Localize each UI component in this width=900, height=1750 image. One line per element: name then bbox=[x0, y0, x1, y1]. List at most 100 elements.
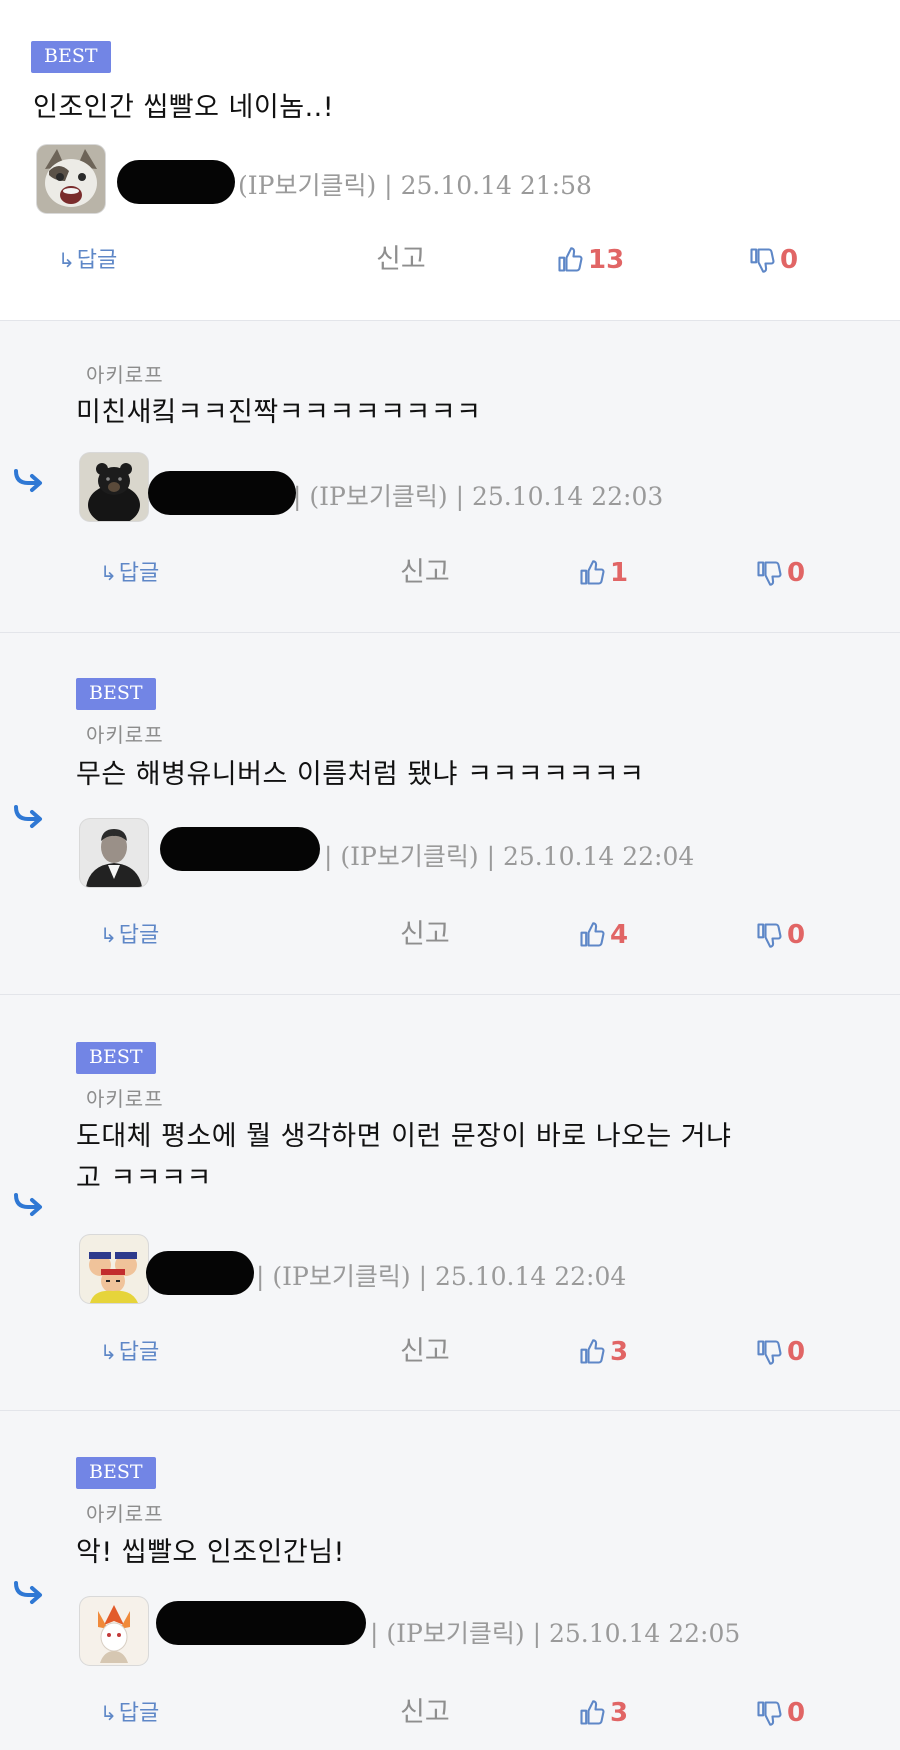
like-button[interactable]: 13 bbox=[556, 238, 624, 282]
meta-separator: | bbox=[370, 1619, 379, 1648]
comment-actions: ↳답글 신고 4 0 bbox=[0, 913, 900, 957]
reply-hook-icon: ↳ bbox=[100, 561, 117, 585]
man-portrait-avatar-icon[interactable] bbox=[80, 819, 148, 887]
meta-separator: | bbox=[486, 842, 495, 871]
comment-text: 도대체 평소에 뭘 생각하면 이런 문장이 바로 나오는 거냐 고 ㅋㅋㅋㅋ bbox=[76, 1116, 731, 1200]
meta-separator: | bbox=[256, 1262, 265, 1291]
report-button[interactable]: 신고 bbox=[400, 1330, 450, 1374]
comment-item: BEST 인조인간 씹빨오 네이놈..! (IP보기클릭) | 25.10.14… bbox=[0, 0, 900, 320]
comment-meta: | (IP보기클릭) | 25.10.14 22:04 bbox=[324, 837, 694, 873]
reply-item: BEST 아키로프 악! 씹빨오 인조인간님! | (IP보기클릭) | 25.… bbox=[0, 1410, 900, 1750]
comment-meta: | (IP보기클릭) | 25.10.14 22:04 bbox=[256, 1257, 626, 1293]
report-button[interactable]: 신고 bbox=[400, 1691, 450, 1735]
reply-item: BEST 아키로프 무슨 해병유니버스 이름처럼 됐냐 ㅋㅋㅋㅋㅋㅋㅋ | (I… bbox=[0, 632, 900, 994]
comment-list: BEST 인조인간 씹빨오 네이놈..! (IP보기클릭) | 25.10.14… bbox=[0, 0, 900, 1750]
thumbs-down-icon bbox=[757, 1701, 782, 1726]
cat-avatar-icon[interactable] bbox=[37, 145, 105, 213]
parent-nickname-label: 아키로프 bbox=[86, 363, 164, 387]
ip-toggle-link[interactable]: (IP보기클릭) bbox=[309, 482, 447, 511]
reply-hook-icon: ↳ bbox=[100, 1701, 117, 1725]
like-count: 4 bbox=[610, 920, 629, 950]
report-button[interactable]: 신고 bbox=[400, 913, 450, 957]
like-button[interactable]: 1 bbox=[578, 551, 628, 595]
comment-date: 25.10.14 21:58 bbox=[400, 171, 592, 200]
comment-meta: (IP보기클릭) | 25.10.14 21:58 bbox=[238, 166, 592, 202]
meta-separator: | bbox=[532, 1619, 541, 1648]
reply-button[interactable]: ↳답글 bbox=[100, 1691, 159, 1736]
ip-toggle-link[interactable]: (IP보기클릭) bbox=[386, 1619, 524, 1648]
cartoon-group-avatar-icon[interactable] bbox=[80, 1235, 148, 1303]
comment-actions: ↳답글 신고 3 0 bbox=[0, 1330, 900, 1374]
thumbs-up-icon bbox=[580, 560, 605, 585]
dislike-button[interactable]: 0 bbox=[755, 551, 805, 595]
parent-nickname-label: 아키로프 bbox=[86, 1087, 164, 1111]
dislike-count: 0 bbox=[787, 1337, 806, 1367]
reply-hook-icon: ↳ bbox=[58, 248, 75, 272]
meta-separator: | bbox=[293, 482, 302, 511]
comment-meta: | (IP보기클릭) | 25.10.14 22:03 bbox=[293, 477, 663, 513]
author-name-redacted bbox=[117, 160, 235, 204]
dislike-count: 0 bbox=[787, 1698, 806, 1728]
comment-actions: ↳답글 신고 13 0 bbox=[0, 238, 900, 282]
dislike-button[interactable]: 0 bbox=[748, 238, 798, 282]
comment-date: 25.10.14 22:05 bbox=[548, 1619, 741, 1648]
ip-toggle-link[interactable]: (IP보기클릭) bbox=[340, 842, 478, 871]
like-count: 3 bbox=[610, 1698, 629, 1728]
like-count: 3 bbox=[610, 1337, 629, 1367]
like-button[interactable]: 3 bbox=[578, 1330, 628, 1374]
thumbs-up-icon bbox=[580, 1339, 605, 1364]
dislike-button[interactable]: 0 bbox=[755, 913, 805, 957]
author-name-redacted bbox=[160, 827, 320, 871]
reply-hook-icon: ↳ bbox=[100, 923, 117, 947]
parent-nickname-label: 아키로프 bbox=[86, 1502, 164, 1526]
reply-item: 아키로프 미친새킼ㅋㅋ진짝ㅋㅋㅋㅋㅋㅋㅋㅋ | (IP보기클릭) | 25.10… bbox=[0, 320, 900, 632]
reply-button[interactable]: ↳답글 bbox=[100, 1330, 159, 1375]
dislike-button[interactable]: 0 bbox=[755, 1691, 805, 1735]
comment-text: 미친새킼ㅋㅋ진짝ㅋㅋㅋㅋㅋㅋㅋㅋ bbox=[76, 392, 481, 434]
thumbs-down-icon bbox=[757, 561, 782, 586]
comment-date: 25.10.14 22:04 bbox=[502, 842, 695, 871]
comment-date: 25.10.14 22:04 bbox=[434, 1262, 627, 1291]
like-count: 13 bbox=[588, 245, 625, 275]
like-count: 1 bbox=[610, 558, 629, 588]
comment-text-line: 고 ㅋㅋㅋㅋ bbox=[76, 1163, 212, 1194]
report-button[interactable]: 신고 bbox=[376, 238, 426, 282]
ip-toggle-link[interactable]: (IP보기클릭) bbox=[238, 171, 376, 200]
author-name-redacted bbox=[148, 471, 296, 515]
comment-text: 무슨 해병유니버스 이름처럼 됐냐 ㅋㅋㅋㅋㅋㅋㅋ bbox=[76, 754, 644, 796]
thumbs-up-icon bbox=[580, 1700, 605, 1725]
like-button[interactable]: 4 bbox=[578, 913, 628, 957]
parent-nickname-label: 아키로프 bbox=[86, 723, 164, 747]
anime-character-avatar-icon[interactable] bbox=[80, 1597, 148, 1665]
report-button[interactable]: 신고 bbox=[400, 551, 450, 595]
meta-separator: | bbox=[418, 1262, 427, 1291]
dislike-button[interactable]: 0 bbox=[755, 1330, 805, 1374]
reply-button-label: 답글 bbox=[76, 248, 118, 273]
reply-item: BEST 아키로프 도대체 평소에 뭘 생각하면 이런 문장이 바로 나오는 거… bbox=[0, 994, 900, 1410]
comment-meta: | (IP보기클릭) | 25.10.14 22:05 bbox=[370, 1614, 740, 1650]
best-badge: BEST bbox=[76, 1042, 156, 1074]
comment-text-line: 악! 씹빨오 인조인간님! bbox=[76, 1537, 345, 1568]
reply-button-label: 답글 bbox=[118, 1701, 160, 1726]
like-button[interactable]: 3 bbox=[578, 1691, 628, 1735]
reply-button[interactable]: ↳답글 bbox=[100, 913, 159, 958]
comment-text: 악! 씹빨오 인조인간님! bbox=[76, 1532, 345, 1574]
dislike-count: 0 bbox=[780, 245, 799, 275]
reply-arrow-icon bbox=[14, 805, 42, 828]
comment-date: 25.10.14 22:03 bbox=[471, 482, 664, 511]
comment-text-line: 미친새킼ㅋㅋ진짝ㅋㅋㅋㅋㅋㅋㅋㅋ bbox=[76, 397, 482, 428]
author-name-redacted bbox=[146, 1251, 254, 1295]
bear-avatar-icon[interactable] bbox=[80, 453, 148, 521]
reply-arrow-icon bbox=[14, 469, 42, 492]
comment-actions: ↳답글 신고 3 0 bbox=[0, 1691, 900, 1735]
reply-button-label: 답글 bbox=[118, 1340, 160, 1365]
thumbs-down-icon bbox=[757, 923, 782, 948]
reply-button[interactable]: ↳답글 bbox=[58, 238, 117, 283]
meta-separator: | bbox=[384, 171, 393, 200]
reply-arrow-icon bbox=[14, 1193, 42, 1216]
dislike-count: 0 bbox=[787, 558, 806, 588]
reply-button[interactable]: ↳답글 bbox=[100, 551, 159, 596]
reply-button-label: 답글 bbox=[118, 561, 160, 586]
ip-toggle-link[interactable]: (IP보기클릭) bbox=[272, 1262, 410, 1291]
thumbs-down-icon bbox=[750, 248, 775, 273]
